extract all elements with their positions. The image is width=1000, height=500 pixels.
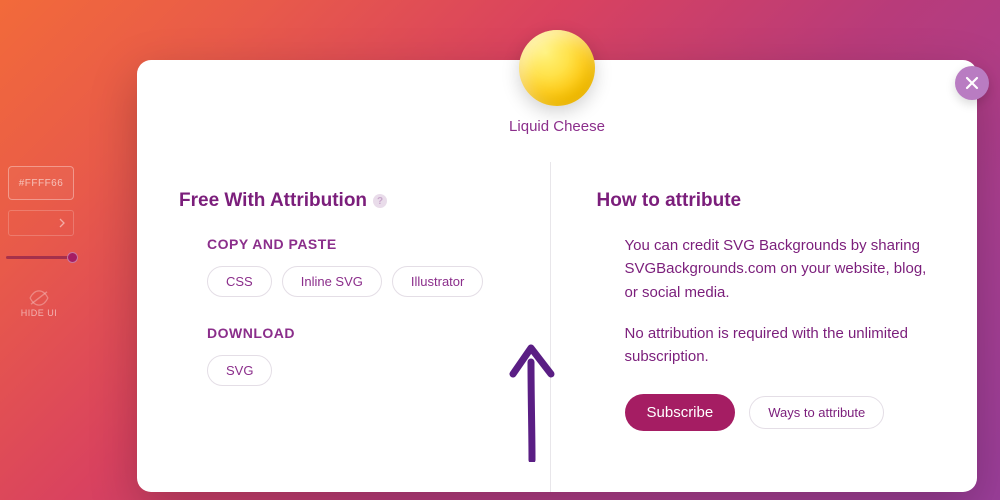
copy-css-button[interactable]: CSS (207, 266, 272, 297)
free-attribution-heading: Free With Attribution (179, 190, 367, 212)
app-background: #FFFF66 HIDE UI Liquid Cheese Free Wi (0, 0, 1000, 500)
copy-paste-label: COPY AND PASTE (179, 236, 514, 252)
download-svg-button[interactable]: SVG (207, 355, 272, 386)
close-icon (965, 76, 979, 90)
close-button[interactable] (955, 66, 989, 100)
attribution-text-2: No attribution is required with the unli… (597, 322, 932, 369)
export-modal: Liquid Cheese Free With Attribution ? CO… (137, 60, 977, 492)
subscribe-button[interactable]: Subscribe (625, 394, 736, 431)
attribution-text-1: You can credit SVG Backgrounds by sharin… (597, 234, 932, 304)
color-value-chip[interactable]: #FFFF66 (8, 166, 74, 200)
help-icon[interactable]: ? (373, 194, 387, 208)
copy-inline-svg-button[interactable]: Inline SVG (282, 266, 382, 297)
hide-ui-label: HIDE UI (21, 308, 58, 318)
attribution-column: How to attribute You can credit SVG Back… (551, 162, 978, 492)
ways-to-attribute-button[interactable]: Ways to attribute (749, 396, 884, 429)
slider[interactable] (6, 250, 76, 264)
export-options-column: Free With Attribution ? COPY AND PASTE C… (137, 162, 551, 492)
hide-ui-button[interactable]: HIDE UI (14, 290, 64, 319)
download-label: DOWNLOAD (179, 325, 514, 341)
how-to-attribute-heading: How to attribute (597, 190, 742, 212)
copy-illustrator-button[interactable]: Illustrator (392, 266, 483, 297)
pattern-title: Liquid Cheese (137, 118, 977, 135)
numeric-stepper[interactable] (8, 210, 74, 236)
left-control-panel: #FFFF66 HIDE UI (0, 160, 84, 380)
pattern-thumbnail (519, 30, 595, 106)
